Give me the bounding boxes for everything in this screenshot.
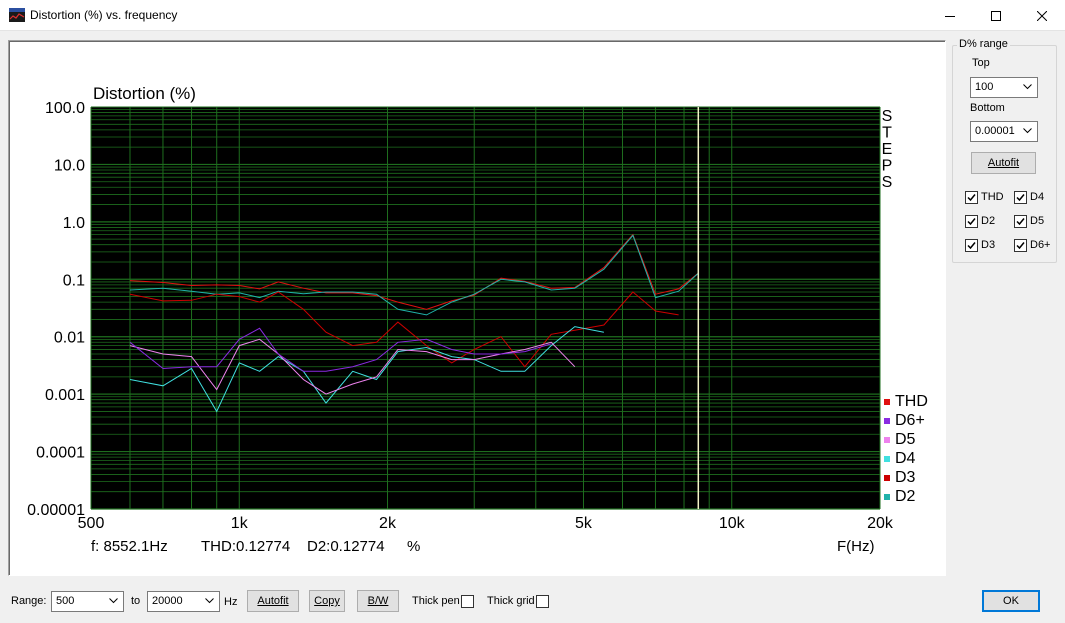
legend-swatch: [884, 456, 890, 462]
y-tick-label: 0.00001: [27, 502, 85, 519]
steps-label-letter: P: [882, 158, 893, 175]
top-select-value: 100: [975, 81, 994, 93]
thick-pen-checkbox[interactable]: [461, 595, 474, 608]
legend-swatch: [884, 437, 890, 443]
y-tick-label: 1.0: [63, 215, 85, 232]
readout-d2: D2:0.12774: [307, 538, 385, 555]
x-tick-label: 1k: [231, 515, 249, 532]
series-checkbox-d2[interactable]: [965, 215, 978, 228]
chart-title: Distortion (%): [93, 84, 196, 103]
range-to-select[interactable]: 20000: [147, 591, 220, 612]
y-tick-label: 0.01: [54, 330, 85, 347]
check-icon: [1016, 242, 1025, 250]
maximize-button[interactable]: [973, 0, 1019, 31]
ok-label: OK: [1003, 595, 1019, 607]
steps-label-letter: T: [882, 125, 892, 142]
check-icon: [1016, 218, 1025, 226]
check-icon: [967, 218, 976, 226]
autofit-button[interactable]: Autofit: [247, 590, 299, 612]
series-checkbox-label: D4: [1030, 191, 1045, 203]
x-tick-label: 20k: [867, 515, 894, 532]
close-button[interactable]: [1019, 0, 1065, 31]
chevron-down-icon: [205, 598, 214, 604]
check-icon: [967, 194, 976, 202]
group-title: D% range: [957, 38, 1010, 50]
steps-label-letter: S: [882, 174, 893, 191]
legend-label: D4: [895, 450, 916, 467]
legend-label: D3: [895, 469, 916, 486]
autofit-label: Autofit: [257, 595, 289, 607]
y-tick-label: 0.1: [63, 272, 85, 289]
range-autofit-label: Autofit: [987, 157, 1020, 169]
x-tick-label: 2k: [379, 515, 397, 532]
series-checkbox-label: THD: [981, 191, 1004, 203]
legend-swatch: [884, 399, 890, 405]
steps-label-letter: E: [882, 141, 893, 158]
y-tick-label: 0.0001: [36, 445, 85, 462]
thick-grid-checkbox[interactable]: [536, 595, 549, 608]
minimize-icon: [945, 15, 955, 17]
legend-label: D6+: [895, 412, 925, 429]
readout-frequency: f: 8552.1Hz: [91, 538, 168, 555]
maximize-icon: [991, 10, 1001, 21]
range-autofit-button[interactable]: Autofit: [971, 152, 1036, 174]
series-checkbox-label: D5: [1030, 215, 1045, 227]
legend-swatch: [884, 418, 890, 424]
range-label: Range:: [11, 595, 47, 607]
distortion-chart[interactable]: 100.0 10.0 1.0 0.1 0.01 0.001 0.0001 0.00001500…: [9, 41, 945, 575]
legend-swatch: [884, 494, 890, 500]
y-tick-label: 0.001: [45, 387, 85, 404]
bottom-select[interactable]: 0.00001: [970, 121, 1038, 142]
chevron-down-icon: [1023, 84, 1032, 90]
bw-label: B/W: [367, 595, 389, 607]
thick-pen-label: Thick pen: [412, 595, 460, 607]
x-tick-label: 500: [78, 515, 105, 532]
minimize-button[interactable]: [927, 0, 973, 31]
to-label: to: [131, 595, 141, 607]
bw-button[interactable]: B/W: [357, 590, 399, 612]
readout-unit: %: [407, 538, 420, 555]
title-bar: Distortion (%) vs. frequency: [0, 0, 1065, 31]
x-tick-label: 10k: [719, 515, 746, 532]
y-tick-label: 10.0: [54, 157, 85, 174]
check-icon: [967, 242, 976, 250]
d-range-group: D% range Top 100 Bottom 0.00001 Autofit …: [952, 38, 1057, 263]
series-checkbox-label: D2: [981, 215, 996, 227]
hz-unit-label: Hz: [224, 596, 238, 608]
legend-label: D5: [895, 431, 916, 448]
steps-label-letter: S: [882, 108, 893, 125]
x-axis-label: F(Hz): [837, 538, 875, 555]
chevron-down-icon: [1023, 128, 1032, 134]
series-checkbox-label: D6+: [1030, 239, 1051, 251]
legend-label: THD: [895, 393, 928, 410]
legend-label: D2: [895, 488, 916, 505]
check-icon: [1016, 194, 1025, 202]
series-checkbox-label: D3: [981, 239, 996, 251]
top-select[interactable]: 100: [970, 77, 1038, 98]
ok-button[interactable]: OK: [982, 590, 1040, 612]
chevron-down-icon: [109, 598, 118, 604]
bottom-select-value: 0.00001: [975, 125, 1015, 137]
x-tick-label: 5k: [575, 515, 593, 532]
thick-grid-label: Thick grid: [487, 595, 535, 607]
plot-frame: 100.0 10.0 1.0 0.1 0.01 0.001 0.0001 0.00001 500…: [8, 40, 946, 576]
series-checkbox-thd[interactable]: [965, 191, 978, 204]
top-label: Top: [972, 57, 990, 69]
range-from-value: 500: [56, 595, 75, 607]
y-tick-label: 100.0: [45, 100, 85, 117]
range-from-select[interactable]: 500: [51, 591, 124, 612]
series-checkbox-d5[interactable]: [1014, 215, 1027, 228]
window-title: Distortion (%) vs. frequency: [30, 8, 178, 22]
series-checkbox-d6plus[interactable]: [1014, 239, 1027, 252]
copy-label: Copy: [314, 595, 340, 607]
bottom-label: Bottom: [970, 102, 1005, 114]
scope-app-icon: [9, 8, 25, 22]
series-checkbox-d4[interactable]: [1014, 191, 1027, 204]
close-icon: [1037, 10, 1047, 21]
series-checkbox-d3[interactable]: [965, 239, 978, 252]
range-to-value: 20000: [152, 595, 183, 607]
copy-button[interactable]: Copy: [309, 590, 345, 612]
legend-swatch: [884, 475, 890, 481]
readout-thd: THD:0.12774: [201, 538, 290, 555]
